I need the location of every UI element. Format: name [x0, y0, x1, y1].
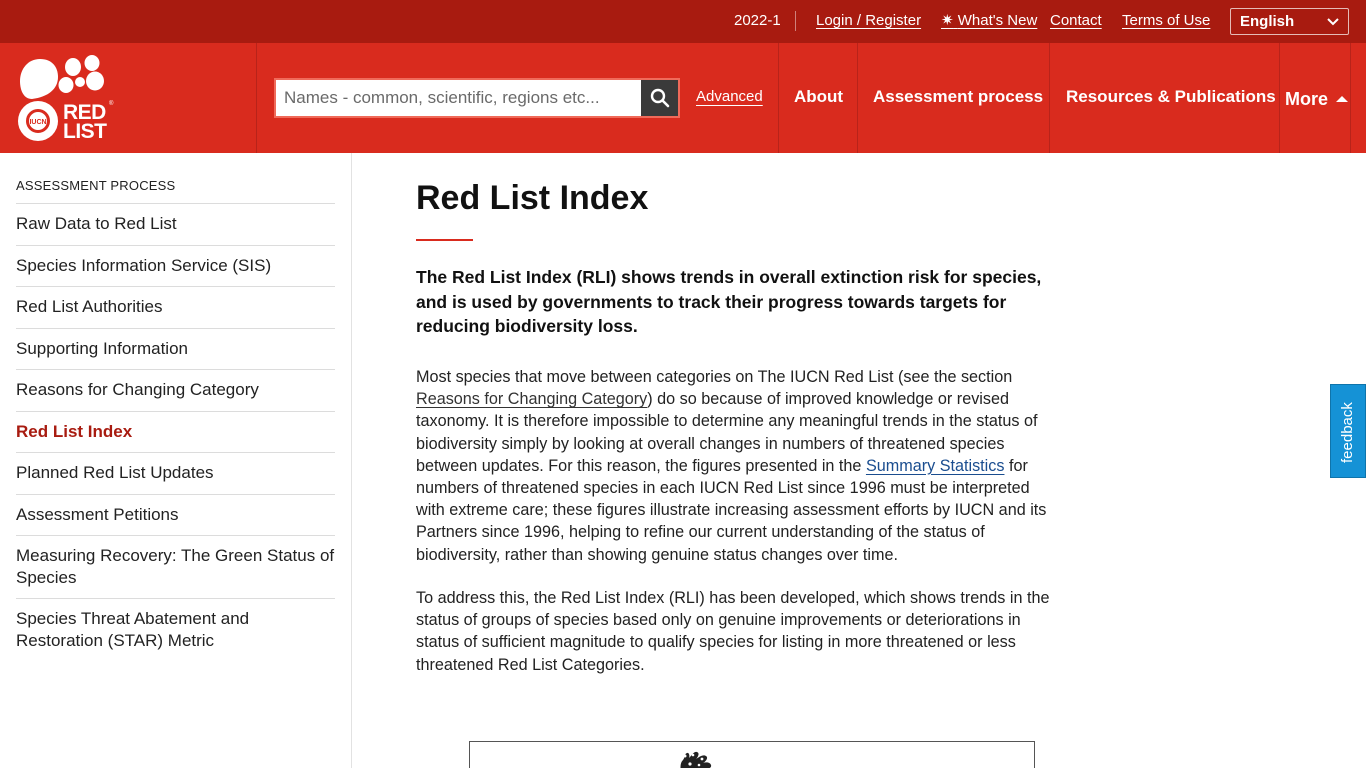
sidebar-item-star-metric[interactable]: Species Threat Abatement and Restoration… — [16, 598, 335, 661]
summary-statistics-link[interactable]: Summary Statistics — [866, 457, 1005, 475]
login-register-link[interactable]: Login / Register — [816, 12, 921, 30]
terms-of-use-link[interactable]: Terms of Use — [1122, 12, 1210, 30]
sidebar-item-supporting-information[interactable]: Supporting Information — [16, 327, 335, 370]
lead-paragraph: The Red List Index (RLI) shows trends in… — [416, 267, 1042, 336]
sidebar: ASSESSMENT PROCESS Raw Data to Red List … — [0, 153, 352, 768]
nav-about[interactable]: About — [794, 87, 843, 107]
nav-divider — [778, 43, 779, 153]
nav-assessment-process[interactable]: Assessment process — [873, 87, 1043, 107]
reasons-for-changing-category-link[interactable]: Reasons for Changing Category — [416, 390, 647, 408]
sidebar-item-raw-data[interactable]: Raw Data to Red List — [16, 203, 335, 245]
sidebar-item-sis[interactable]: Species Information Service (SIS) — [16, 244, 335, 287]
coral-illustration-icon — [680, 751, 712, 768]
language-select[interactable]: English — [1230, 8, 1349, 35]
sidebar-item-planned-updates[interactable]: Planned Red List Updates — [16, 452, 335, 494]
body-paragraph-2: To address this, the Red List Index (RLI… — [416, 589, 1050, 674]
advanced-search-link[interactable]: Advanced — [696, 88, 763, 105]
sidebar-item-red-list-index[interactable]: Red List Index — [16, 410, 335, 453]
svg-text:LIST: LIST — [63, 120, 107, 143]
page-title: Red List Index — [416, 179, 649, 217]
nav-resources-publications[interactable]: Resources & Publications — [1066, 87, 1276, 107]
divider — [795, 11, 796, 31]
whats-new-link[interactable]: ✷ What's New — [941, 12, 1037, 30]
sidebar-item-reasons-changing-category[interactable]: Reasons for Changing Category — [16, 369, 335, 411]
sidebar-list: Raw Data to Red List Species Information… — [16, 203, 335, 661]
search-input[interactable] — [276, 80, 642, 116]
sidebar-item-green-status[interactable]: Measuring Recovery: The Green Status of … — [16, 535, 335, 598]
logo-area: IUCN RED LIST ® — [0, 43, 257, 153]
sidebar-item-assessment-petitions[interactable]: Assessment Petitions — [16, 493, 335, 536]
rli-figure — [469, 741, 1035, 768]
logo-badge-text: IUCN — [29, 119, 46, 126]
whats-new-label: What's New — [957, 12, 1038, 29]
body-paragraph-1: Most species that move between categorie… — [416, 366, 1061, 566]
title-underline — [416, 239, 473, 241]
chevron-down-icon — [1327, 18, 1339, 26]
nav-more-label: More — [1285, 89, 1329, 109]
nav-divider — [857, 43, 858, 153]
main-header: IUCN RED LIST ® Advanced About Assessmen… — [0, 43, 1366, 153]
caret-up-icon — [1336, 96, 1348, 102]
search-icon — [650, 88, 670, 108]
sidebar-heading: ASSESSMENT PROCESS — [16, 178, 176, 193]
sparkle-icon: ✷ — [941, 12, 954, 29]
feedback-label: feedback — [1339, 402, 1356, 463]
nav-divider — [1049, 43, 1050, 153]
language-value: English — [1240, 13, 1295, 30]
version-label: 2022-1 — [734, 12, 781, 29]
search-box — [274, 78, 680, 118]
iucn-red-list-logo[interactable]: IUCN RED LIST ® — [18, 55, 118, 143]
sidebar-item-red-list-authorities[interactable]: Red List Authorities — [16, 286, 335, 328]
nav-more[interactable]: More — [1279, 43, 1351, 153]
p1-text-1: Most species that move between categorie… — [416, 368, 1013, 386]
svg-text:®: ® — [109, 100, 114, 107]
utility-bar: 2022-1 Login / Register ✷ What's New Con… — [0, 0, 1366, 43]
contact-link[interactable]: Contact — [1050, 12, 1102, 30]
search-button[interactable] — [641, 80, 678, 116]
feedback-tab[interactable]: feedback — [1330, 384, 1366, 478]
